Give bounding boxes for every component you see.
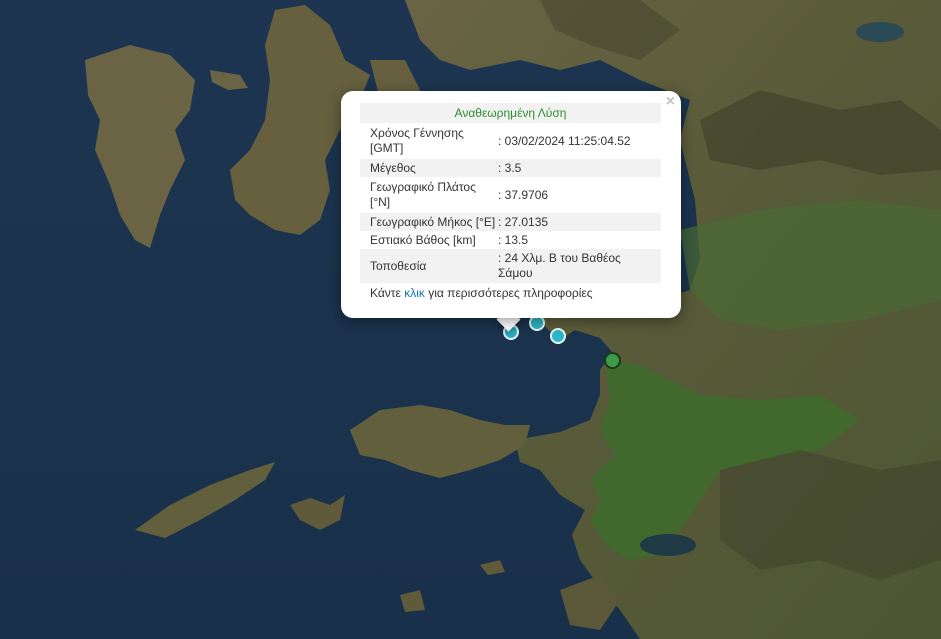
more-info-suffix: για περισσότερες πληροφορίες xyxy=(424,286,593,300)
row-value: : 3.5 xyxy=(498,160,522,175)
row-value: : 27.0135 xyxy=(498,214,549,229)
info-row-depth: Εστιακό Βάθος [km] : 13.5 xyxy=(360,231,661,249)
row-label: Τοποθεσία xyxy=(370,258,427,273)
bafa-lake xyxy=(640,534,696,556)
row-label: Μέγεθος xyxy=(370,160,416,175)
northern-lake xyxy=(856,22,904,42)
row-label: Γεωγραφικό Μήκος [°E] xyxy=(370,214,496,229)
earthquake-marker[interactable] xyxy=(550,328,566,344)
row-value: : 03/02/2024 11:25:04.52 xyxy=(498,133,631,148)
earthquake-info-popup: × Αναθεωρημένη Λύση Χρόνος Γέννησης [GMT… xyxy=(341,91,681,318)
popup-content: Αναθεωρημένη Λύση Χρόνος Γέννησης [GMT] … xyxy=(360,103,661,300)
info-row-longitude: Γεωγραφικό Μήκος [°E] : 27.0135 xyxy=(360,213,661,231)
row-value: : 24 Χλμ. Β του Βαθέος Σάμου xyxy=(498,251,621,280)
row-label: Γεωγραφικό Πλάτος [°N] xyxy=(370,180,476,209)
row-value: : 37.9706 xyxy=(498,187,549,202)
more-info-text: Κάντε κλικ για περισσότερες πληροφορίες xyxy=(360,286,661,300)
mountain-ridge-2 xyxy=(720,450,941,580)
more-info-prefix: Κάντε xyxy=(370,286,405,300)
popup-title: Αναθεωρημένη Λύση xyxy=(360,103,661,123)
row-label: Εστιακό Βάθος [km] xyxy=(370,232,476,247)
info-row-latitude: Γεωγραφικό Πλάτος [°N] : 37.9706 xyxy=(360,177,661,213)
row-value: : 13.5 xyxy=(498,232,529,247)
info-row-location: Τοποθεσία : 24 Χλμ. Β του Βαθέος Σάμου xyxy=(360,249,661,283)
info-row-origin-time: Χρόνος Γέννησης [GMT] : 03/02/2024 11:25… xyxy=(360,123,661,159)
row-label: Χρόνος Γέννησης [GMT] xyxy=(370,126,464,155)
more-info-link[interactable]: κλικ xyxy=(404,286,425,300)
earthquake-marker-latest[interactable] xyxy=(604,352,621,369)
info-row-magnitude: Μέγεθος : 3.5 xyxy=(360,159,661,177)
close-icon[interactable]: × xyxy=(666,93,675,111)
